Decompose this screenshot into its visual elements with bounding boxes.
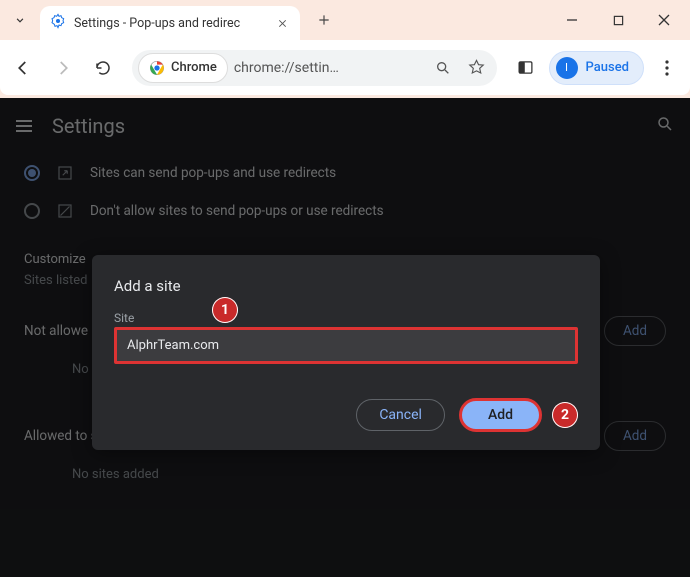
side-panel-button[interactable] bbox=[509, 51, 543, 85]
chrome-logo-icon bbox=[149, 60, 165, 76]
dialog-actions: Cancel Add 2 bbox=[114, 398, 578, 432]
browser-tab[interactable]: Settings - Pop-ups and redirec bbox=[40, 6, 300, 40]
site-input-label: Site bbox=[114, 311, 134, 325]
arrow-right-icon bbox=[54, 59, 72, 77]
back-button[interactable] bbox=[6, 51, 40, 85]
magnifier-icon bbox=[435, 60, 451, 76]
annotation-2: 2 bbox=[552, 402, 578, 428]
profile-status-label: Paused bbox=[586, 60, 629, 75]
browser-menu-button[interactable] bbox=[650, 51, 684, 85]
bookmark-button[interactable] bbox=[463, 54, 491, 82]
titlebar: Settings - Pop-ups and redirec bbox=[0, 0, 690, 40]
omnibox-url: chrome://settin… bbox=[234, 60, 423, 76]
close-icon bbox=[277, 18, 288, 29]
new-tab-button[interactable] bbox=[310, 6, 338, 34]
browser-toolbar: Chrome chrome://settin… I Paused bbox=[0, 40, 690, 95]
profile-avatar: I bbox=[556, 57, 578, 79]
minimize-icon bbox=[566, 14, 578, 26]
tab-search-dropdown[interactable] bbox=[0, 1, 40, 39]
reload-icon bbox=[94, 59, 112, 77]
forward-button[interactable] bbox=[46, 51, 80, 85]
settings-gear-icon bbox=[50, 13, 66, 33]
window-controls bbox=[552, 5, 690, 35]
annotation-1: 1 bbox=[212, 297, 238, 323]
arrow-left-icon bbox=[14, 59, 32, 77]
chevron-down-icon bbox=[13, 13, 27, 27]
tab-title: Settings - Pop-ups and redirec bbox=[74, 16, 266, 31]
add-button[interactable]: Add bbox=[459, 398, 542, 432]
site-chip[interactable]: Chrome bbox=[138, 53, 228, 83]
cancel-button[interactable]: Cancel bbox=[356, 399, 445, 431]
side-panel-icon bbox=[517, 59, 534, 76]
site-chip-label: Chrome bbox=[171, 60, 217, 75]
profile-chip[interactable]: I Paused bbox=[549, 51, 644, 85]
star-icon bbox=[468, 59, 485, 76]
site-input[interactable] bbox=[114, 327, 578, 364]
zoom-button[interactable] bbox=[429, 54, 457, 82]
kebab-icon bbox=[665, 60, 669, 76]
minimize-button[interactable] bbox=[552, 5, 592, 35]
window-close-button[interactable] bbox=[644, 5, 684, 35]
omnibox[interactable]: Chrome chrome://settin… bbox=[132, 50, 497, 86]
plus-icon bbox=[317, 13, 331, 27]
close-icon bbox=[658, 14, 670, 26]
tab-close-button[interactable] bbox=[274, 15, 290, 31]
maximize-button[interactable] bbox=[598, 5, 638, 35]
reload-button[interactable] bbox=[86, 51, 120, 85]
maximize-icon bbox=[613, 15, 624, 26]
add-site-dialog: Add a site Site 1 Cancel Add 2 bbox=[92, 255, 600, 450]
dialog-title: Add a site bbox=[114, 277, 578, 295]
